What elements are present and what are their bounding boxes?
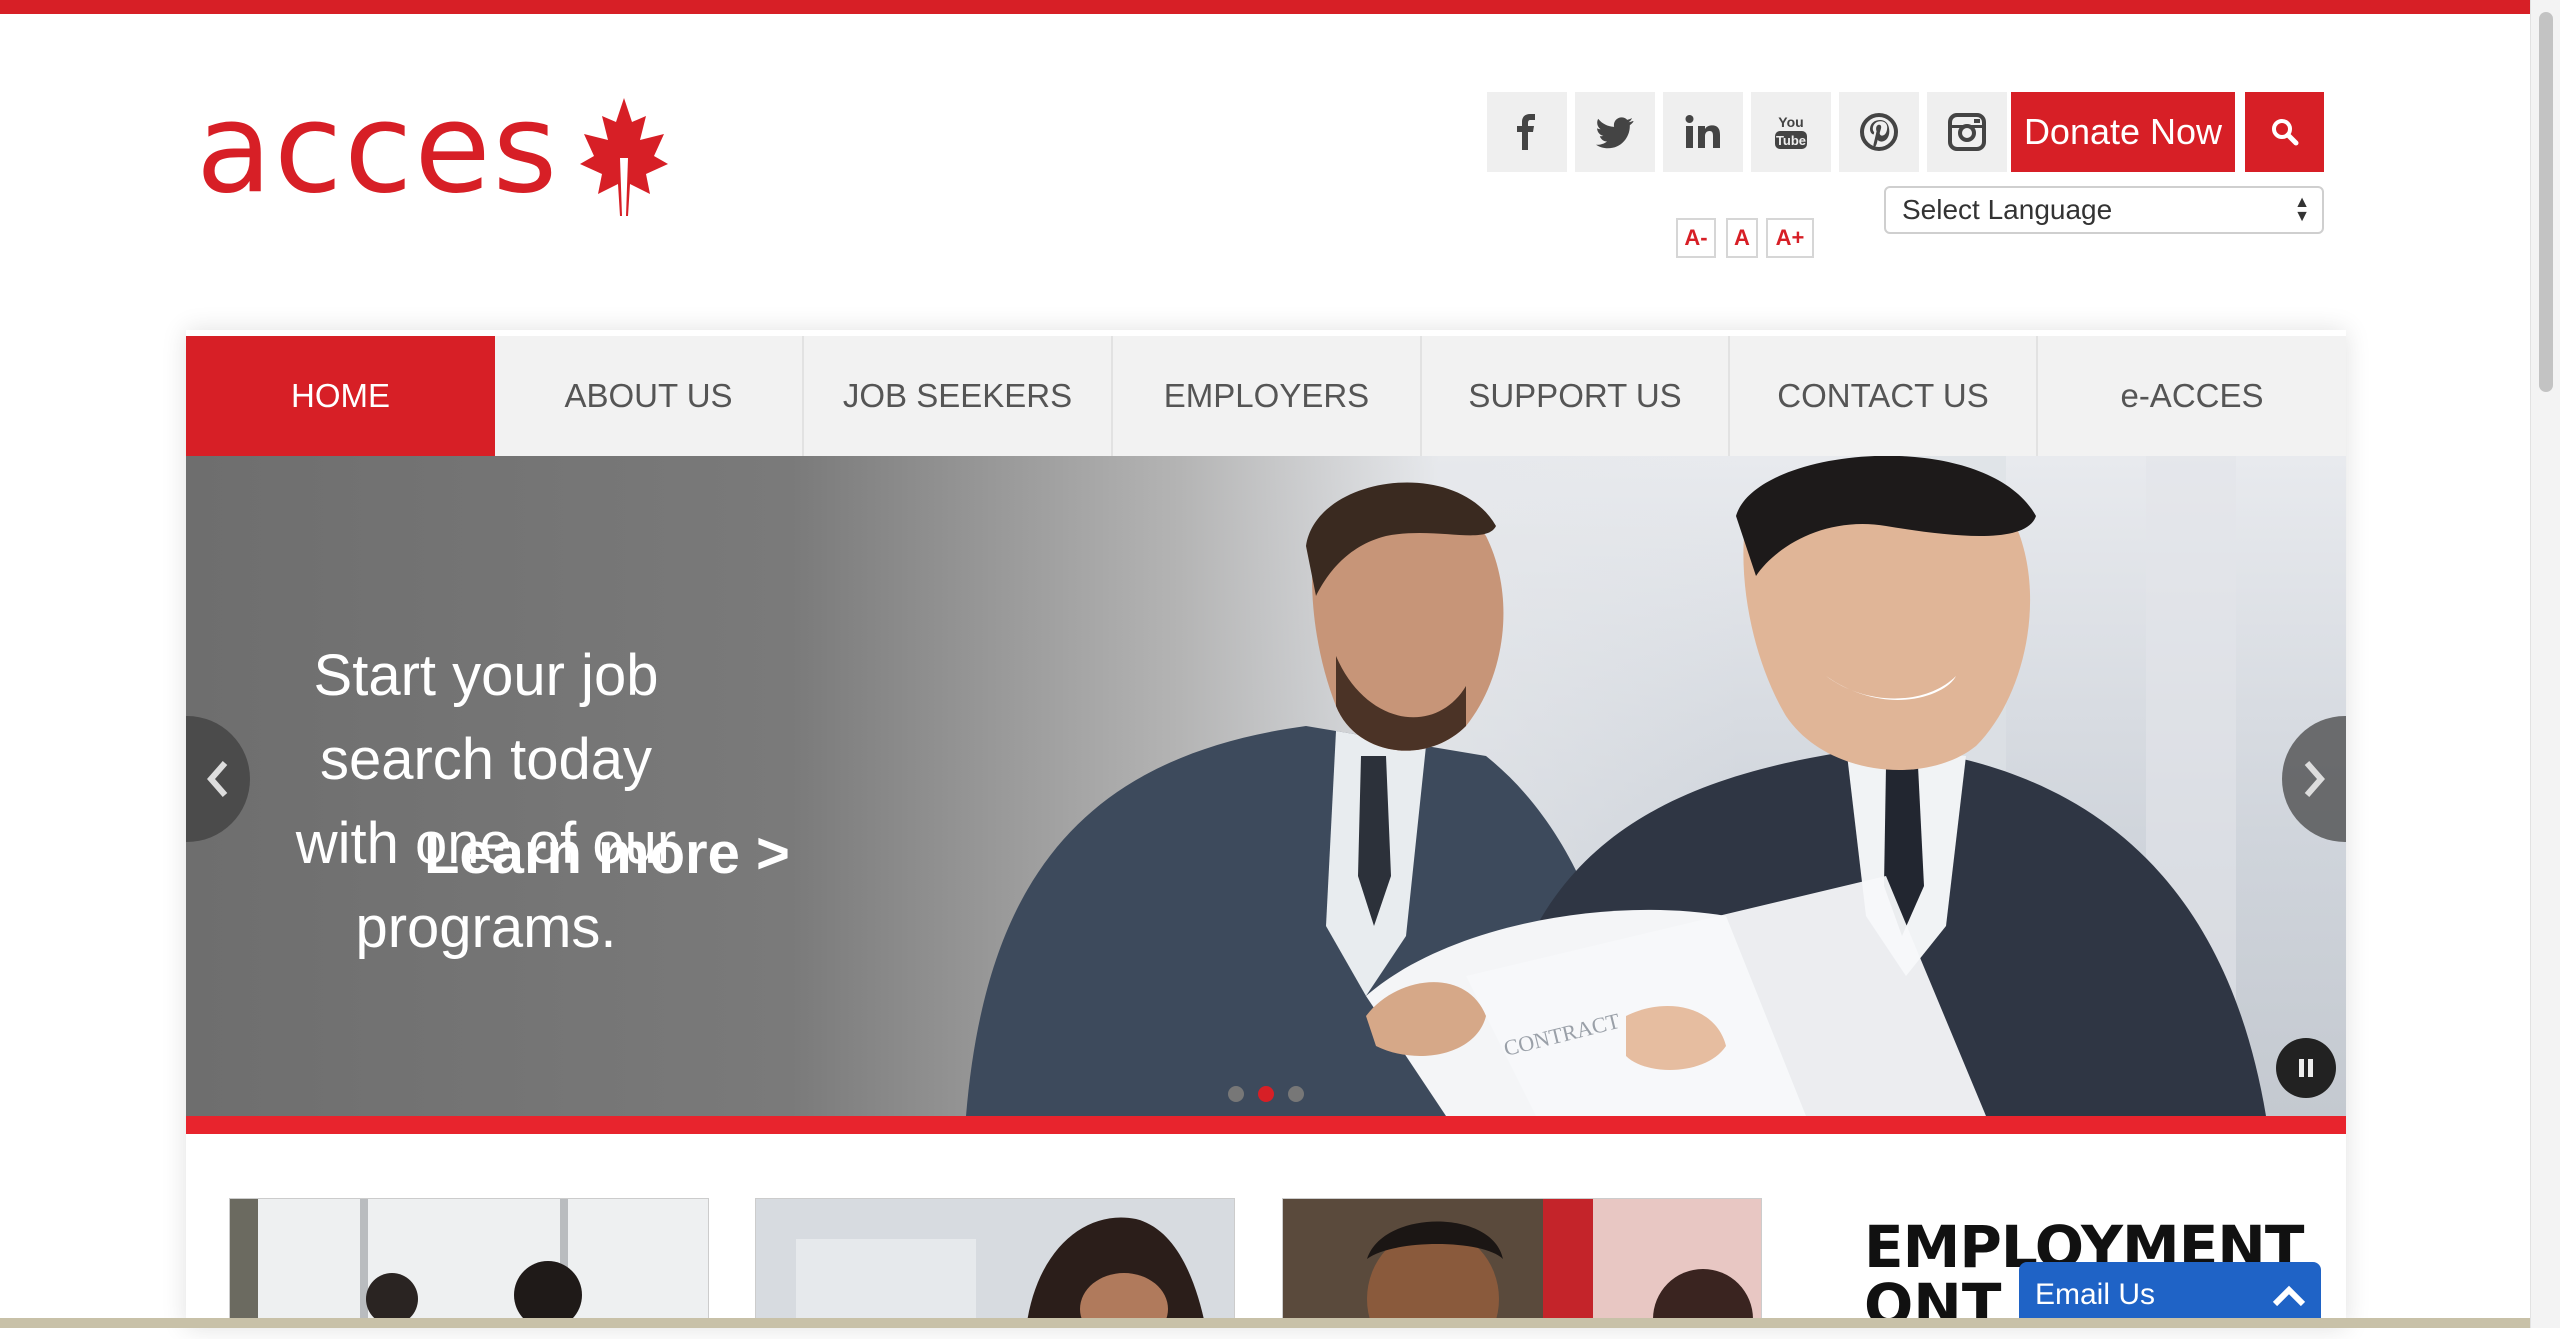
facebook-icon — [1517, 114, 1535, 150]
slider-pause-button[interactable] — [2276, 1038, 2336, 1098]
language-select-value: Select Language — [1902, 194, 2113, 225]
instagram-button[interactable] — [1927, 92, 2007, 172]
acces-logo[interactable]: acces — [196, 84, 676, 222]
chevron-left-icon — [207, 761, 228, 797]
hero-headline: Start your job search today with one of … — [226, 634, 746, 970]
program-thumbnail-1[interactable] — [229, 1198, 709, 1328]
thumbnail-photo-1 — [230, 1199, 708, 1327]
email-us-label: Email Us — [2035, 1278, 2156, 1311]
search-icon — [2271, 119, 2298, 146]
scrollbar-thumb[interactable] — [2539, 12, 2553, 392]
search-button[interactable] — [2245, 92, 2324, 172]
nav-item-employers[interactable]: EMPLOYERS — [1113, 336, 1422, 456]
linkedin-button[interactable] — [1663, 92, 1743, 172]
window-bottom-edge — [0, 1318, 2530, 1328]
svg-text:Tube: Tube — [1776, 133, 1806, 148]
nav-item-support-us[interactable]: SUPPORT US — [1422, 336, 1730, 456]
twitter-icon — [1596, 117, 1634, 149]
program-thumbnail-2[interactable] — [755, 1198, 1235, 1328]
top-accent-bar — [0, 0, 2530, 14]
nav-item-home[interactable]: HOME — [186, 336, 495, 456]
maple-leaf-icon — [580, 98, 668, 216]
pause-icon — [2299, 1059, 2313, 1077]
pinterest-icon — [1860, 113, 1898, 151]
font-decrease-button[interactable]: A- — [1676, 218, 1716, 258]
hero-bottom-accent — [186, 1116, 2346, 1134]
learn-more-link[interactable]: Learn more > — [424, 820, 790, 887]
facebook-button[interactable] — [1487, 92, 1567, 172]
slider-dot-3[interactable] — [1288, 1086, 1304, 1102]
youtube-icon: You Tube — [1775, 114, 1807, 149]
instagram-icon — [1948, 113, 1986, 151]
svg-text:You: You — [1778, 114, 1803, 130]
main-navigation: HOME ABOUT US JOB SEEKERS EMPLOYERS SUPP… — [186, 336, 2346, 456]
logo-wordmark: acces — [196, 77, 560, 221]
linkedin-icon — [1685, 115, 1720, 148]
select-arrows-icon: ▲ ▼ — [2294, 194, 2310, 225]
pinterest-button[interactable] — [1839, 92, 1919, 172]
nav-item-about-us[interactable]: ABOUT US — [495, 336, 804, 456]
nav-item-contact-us[interactable]: CONTACT US — [1730, 336, 2038, 456]
hero-slider[interactable]: CONTRACT Start your job search today wit… — [186, 456, 2346, 1116]
font-reset-button[interactable]: A — [1726, 218, 1758, 258]
donate-now-button[interactable]: Donate Now — [2011, 92, 2235, 172]
thumbnail-photo-3 — [1283, 1199, 1761, 1327]
slider-dot-2[interactable] — [1258, 1086, 1274, 1102]
chevron-up-icon — [2272, 1285, 2306, 1307]
slider-dot-1[interactable] — [1228, 1086, 1244, 1102]
font-increase-button[interactable]: A+ — [1766, 218, 1814, 258]
twitter-button[interactable] — [1575, 92, 1655, 172]
youtube-button[interactable]: You Tube — [1751, 92, 1831, 172]
thumbnail-photo-2 — [756, 1199, 1234, 1327]
language-select[interactable]: Select Language ▲ ▼ — [1884, 186, 2324, 234]
nav-item-job-seekers[interactable]: JOB SEEKERS — [804, 336, 1113, 456]
vertical-scrollbar[interactable] — [2530, 0, 2560, 1328]
chevron-right-icon — [2304, 761, 2325, 797]
hero-headline-line1: Start your job search today — [313, 643, 659, 792]
program-thumbnail-3[interactable] — [1282, 1198, 1762, 1328]
nav-item-e-acces[interactable]: e-ACCES — [2038, 336, 2346, 456]
